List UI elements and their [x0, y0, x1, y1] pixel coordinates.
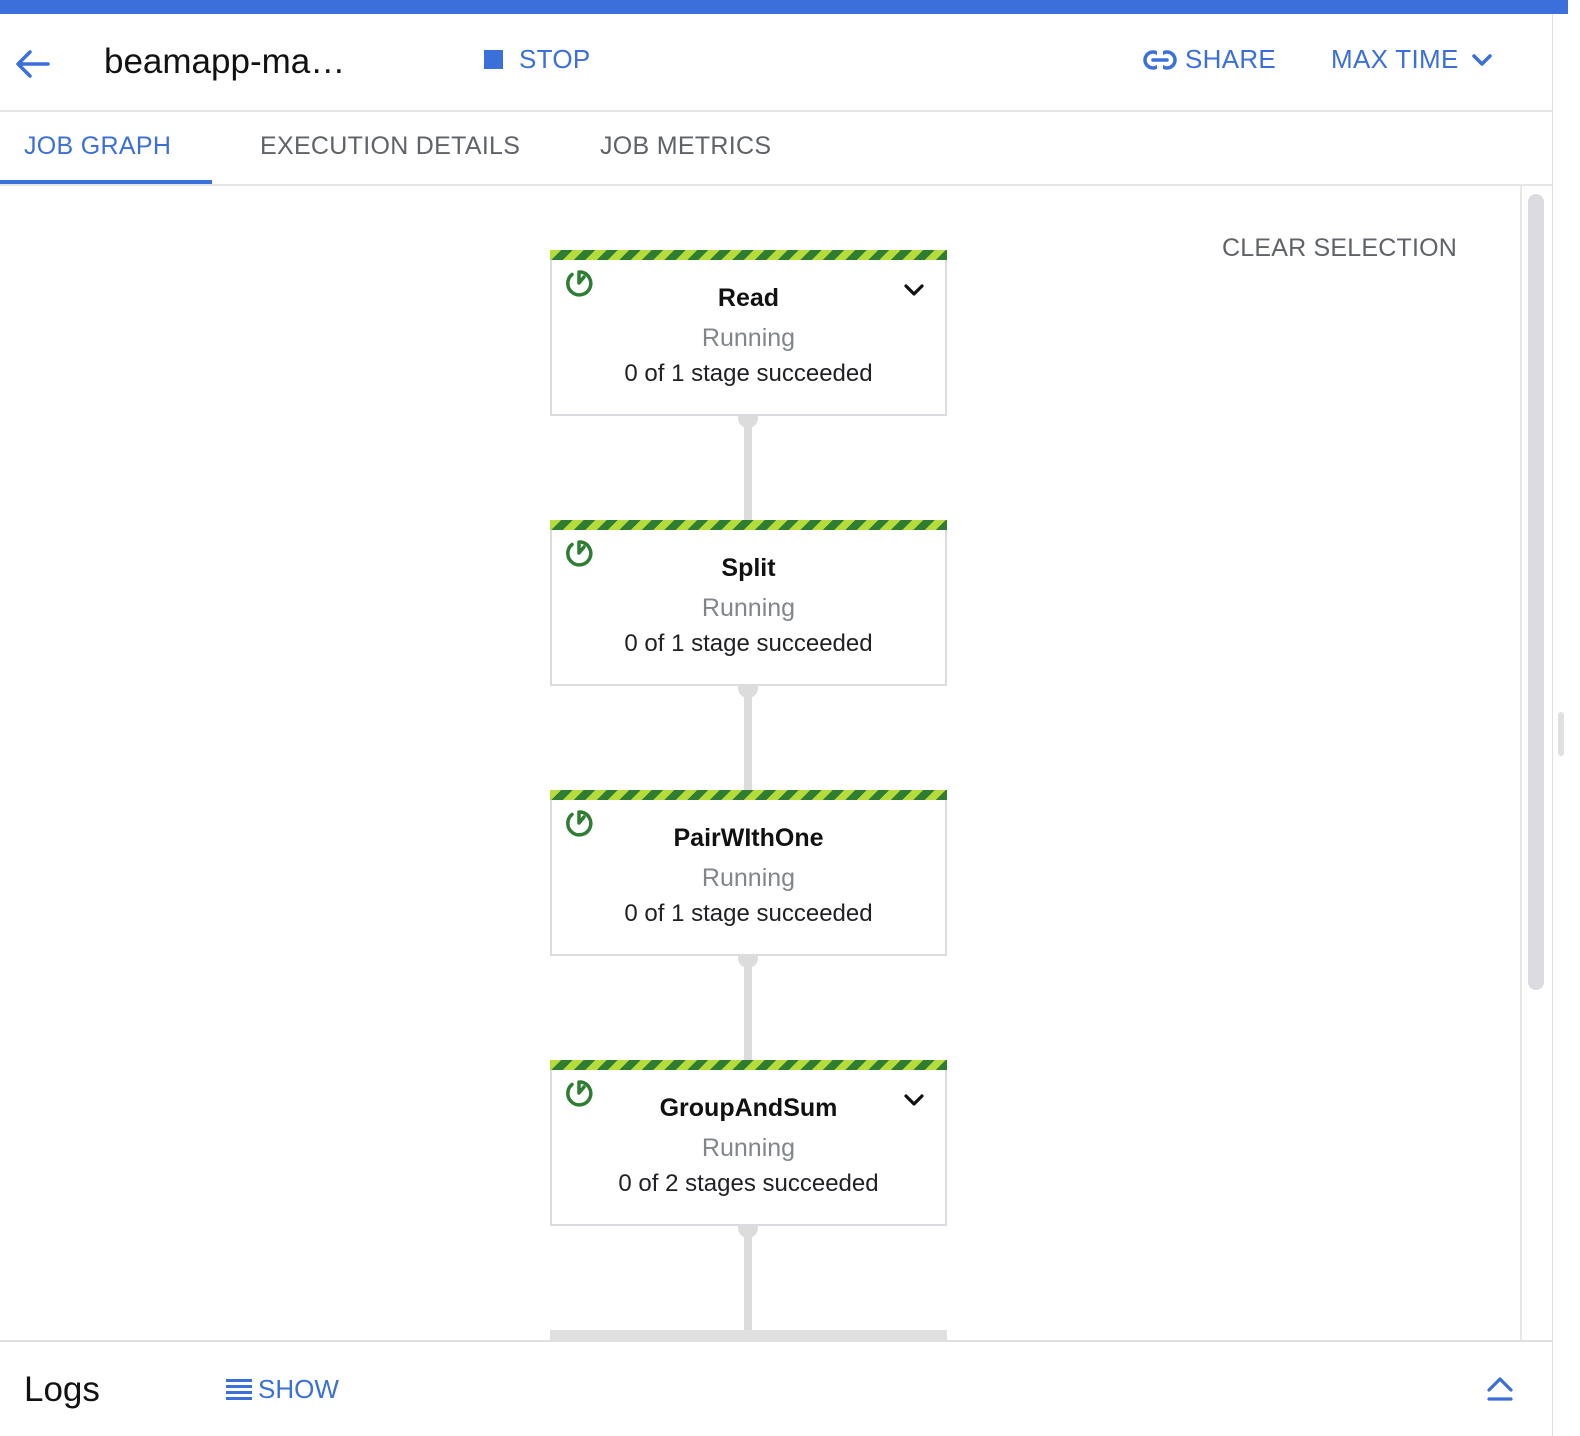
graph-edge — [744, 416, 752, 522]
logs-panel: Logs SHOW — [0, 1340, 1552, 1436]
graph-edge — [744, 956, 752, 1062]
stage-progress: 0 of 1 stage succeeded — [624, 360, 873, 387]
logs-title: Logs — [24, 1370, 100, 1409]
job-graph-canvas: CLEAR SELECTION Read Running 0 of 1 stag… — [0, 186, 1522, 1340]
chevron-down-icon[interactable] — [902, 1088, 926, 1112]
graph-edge — [744, 1226, 752, 1336]
stop-icon — [484, 50, 503, 69]
max-time-label: MAX TIME — [1331, 44, 1459, 74]
top-accent-bar — [0, 0, 1568, 14]
stage-status: Running — [701, 864, 796, 892]
link-icon — [1143, 48, 1177, 71]
graph-scrollbar[interactable] — [1528, 194, 1544, 990]
active-tab-indicator — [0, 180, 212, 184]
stage-progress: 0 of 1 stage succeeded — [624, 630, 873, 657]
chevron-down-icon[interactable] — [902, 278, 926, 302]
stage-progress: 0 of 2 stages succeeded — [618, 1170, 879, 1197]
stage-status: Running — [701, 1134, 796, 1162]
graph-scroll-track — [1520, 186, 1522, 1340]
stage-status: Running — [701, 324, 796, 352]
clear-selection-button[interactable]: CLEAR SELECTION — [1222, 234, 1457, 263]
stage-node-read[interactable]: Read Running 0 of 1 stage succeeded — [550, 250, 947, 416]
logs-show-label: SHOW — [258, 1374, 339, 1404]
share-label: SHARE — [1185, 44, 1277, 74]
tab-job-graph[interactable]: JOB GRAPH — [24, 132, 171, 161]
stage-node-pairwithone[interactable]: PairWIthOne Running 0 of 1 stage succeed… — [550, 790, 947, 956]
stop-button[interactable]: STOP — [484, 44, 591, 75]
tab-job-metrics[interactable]: JOB METRICS — [600, 132, 771, 161]
tab-bar: JOB GRAPH EXECUTION DETAILS JOB METRICS — [0, 112, 1552, 186]
running-stripe — [550, 1060, 947, 1070]
running-stripe — [550, 790, 947, 800]
arrow-back-icon — [16, 50, 50, 78]
job-header: beamapp-ma… STOP SHARE MAX TIME — [0, 14, 1552, 112]
stage-progress: 0 of 1 stage succeeded — [624, 900, 873, 927]
chevron-down-icon — [1471, 53, 1492, 66]
stage-name: Split — [721, 554, 776, 582]
running-stripe — [550, 250, 947, 260]
stage-node-split[interactable]: Split Running 0 of 1 stage succeeded — [550, 520, 947, 686]
logs-show-button[interactable]: SHOW — [224, 1374, 339, 1405]
panel-resize-handle[interactable] — [1558, 712, 1564, 756]
stage-name: Read — [717, 284, 780, 312]
stage-status: Running — [701, 594, 796, 622]
back-button[interactable] — [12, 46, 52, 82]
tab-execution-details[interactable]: EXECUTION DETAILS — [260, 132, 520, 161]
stage-name: GroupAndSum — [659, 1094, 838, 1122]
share-button[interactable]: SHARE — [1143, 44, 1276, 75]
list-icon — [226, 1378, 252, 1400]
stage-node-next-partial[interactable] — [550, 1330, 947, 1340]
graph-edge — [744, 686, 752, 792]
stage-name: PairWIthOne — [673, 824, 824, 852]
job-title: beamapp-ma… — [104, 42, 346, 81]
panel-divider — [1552, 14, 1553, 1436]
max-time-dropdown[interactable]: MAX TIME — [1331, 44, 1493, 75]
stop-label: STOP — [519, 44, 591, 74]
running-stripe — [550, 520, 947, 530]
stage-node-groupandsum[interactable]: GroupAndSum Running 0 of 2 stages succee… — [550, 1060, 947, 1226]
expand-panel-icon[interactable] — [1484, 1374, 1516, 1406]
